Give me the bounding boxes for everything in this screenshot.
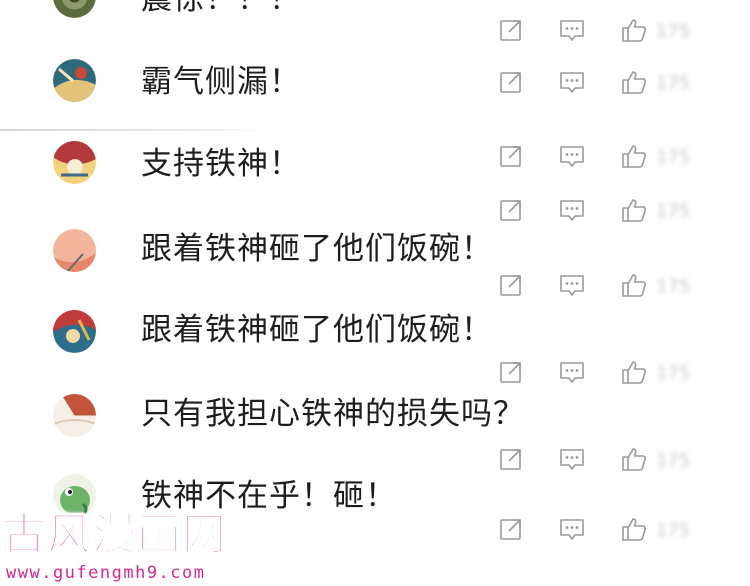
comment-actions: 175: [0, 141, 750, 175]
avatar[interactable]: [53, 394, 96, 437]
thumbs-up-icon[interactable]: [619, 195, 649, 225]
thumbs-up-icon[interactable]: [619, 514, 649, 544]
like-count: 175: [656, 520, 691, 541]
thumbs-up-icon[interactable]: [619, 357, 649, 387]
watermark-logo: 古风漫画网: [1, 508, 227, 561]
like-count: 175: [656, 147, 691, 168]
thumbs-up-icon[interactable]: [619, 67, 649, 97]
like-count: 175: [656, 201, 691, 222]
share-icon[interactable]: [496, 270, 526, 300]
thumbs-up-icon[interactable]: [619, 270, 649, 300]
comment-text: 跟着铁神砸了他们饭碗！: [141, 312, 493, 348]
share-icon[interactable]: [496, 357, 526, 387]
reply-icon[interactable]: [557, 67, 587, 97]
avatar[interactable]: [53, 229, 96, 272]
comment-actions: 175: [0, 357, 750, 391]
reply-icon[interactable]: [557, 514, 587, 544]
comment-text: 只有我担心铁神的损失吗？: [141, 396, 525, 432]
like-count: 175: [656, 73, 691, 94]
like-count: 175: [656, 363, 691, 384]
watermark-url: www.gufengmh9.com: [6, 563, 206, 583]
share-icon[interactable]: [496, 141, 526, 171]
share-icon[interactable]: [496, 444, 526, 474]
like-count: 175: [656, 276, 691, 297]
thumbs-up-icon[interactable]: [619, 15, 649, 45]
like-count: 175: [656, 21, 691, 42]
share-icon[interactable]: [496, 15, 526, 45]
comment-actions: 175: [0, 195, 750, 229]
thumbs-up-icon[interactable]: [619, 141, 649, 171]
reply-icon[interactable]: [557, 357, 587, 387]
reply-icon[interactable]: [557, 195, 587, 225]
comment-actions: 175: [0, 15, 750, 49]
reply-icon[interactable]: [557, 141, 587, 171]
reply-icon[interactable]: [557, 15, 587, 45]
reply-icon[interactable]: [557, 270, 587, 300]
avatar[interactable]: [53, 310, 96, 353]
share-icon[interactable]: [496, 67, 526, 97]
comment-actions: 175: [0, 444, 750, 478]
share-icon[interactable]: [496, 195, 526, 225]
reply-icon[interactable]: [557, 444, 587, 474]
divider: [0, 129, 265, 131]
share-icon[interactable]: [496, 514, 526, 544]
comment-actions: 175: [0, 67, 750, 101]
thumbs-up-icon[interactable]: [619, 444, 649, 474]
like-count: 175: [656, 450, 691, 471]
comment-text: 跟着铁神砸了他们饭碗！: [141, 231, 493, 267]
comment-actions: 175: [0, 270, 750, 304]
